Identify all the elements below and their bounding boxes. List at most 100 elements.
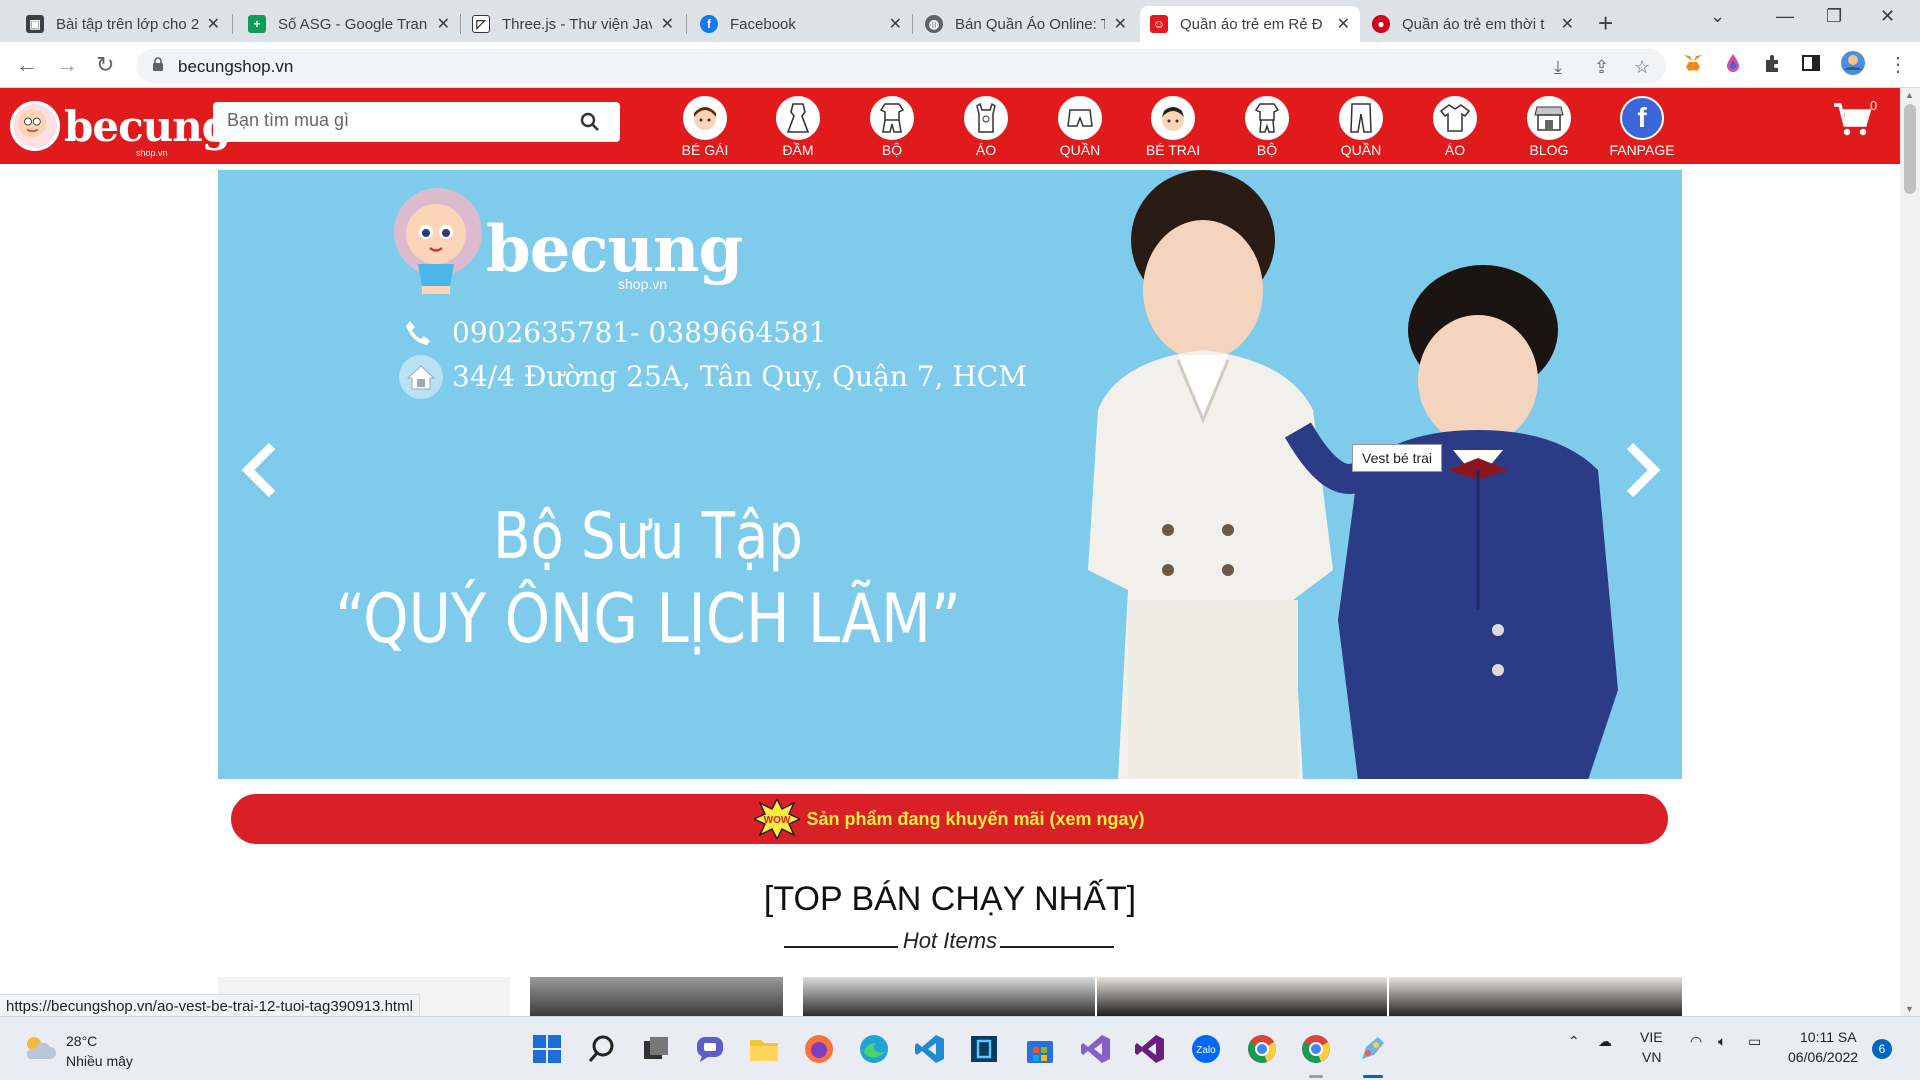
nav-fanpage[interactable]: f FANPAGE (1602, 96, 1682, 158)
tab-becung-active[interactable]: ☺ Quần áo trẻ em Rẻ Đ ✕ (1140, 6, 1360, 42)
visual-studio-2-icon[interactable] (1134, 1033, 1166, 1065)
weather-widget[interactable]: 28°C Nhiều mây (22, 1033, 133, 1069)
clock-time[interactable]: 10:11 SA (1800, 1029, 1857, 1045)
banner-subtitle: “QUÝ ÔNG LỊCH LÃM” (335, 580, 961, 659)
wifi-icon[interactable]: ◠ (1690, 1033, 1702, 1050)
nav-label: BÉ GÁI (681, 142, 729, 158)
scrollbar-thumb[interactable] (1904, 104, 1916, 194)
firefox-icon[interactable] (803, 1033, 835, 1065)
reload-button[interactable]: ↻ (96, 52, 114, 78)
tab-threejs[interactable]: ◸ Three.js - Thư viện Jav ✕ (462, 6, 684, 42)
tab-sheets[interactable]: + Số ASG - Google Trang ✕ (238, 6, 460, 42)
back-button[interactable]: ← (16, 52, 38, 78)
new-tab-button[interactable]: + (1598, 8, 1613, 39)
menu-kebab-icon[interactable]: ⋮ (1888, 52, 1908, 77)
search-icon[interactable] (580, 112, 600, 132)
close-icon[interactable]: ✕ (1561, 14, 1574, 34)
chevron-up-icon[interactable]: ⌃ (1568, 1033, 1580, 1050)
nav-quan-trai[interactable]: QUẦN (1321, 96, 1401, 158)
nav-dam[interactable]: ĐẦM (758, 96, 838, 158)
volume-icon[interactable]: 🔈︎ (1718, 1033, 1726, 1050)
search-box[interactable] (213, 102, 620, 142)
extensions-puzzle-icon[interactable] (1762, 52, 1784, 74)
battery-icon[interactable]: ▭ (1748, 1033, 1761, 1050)
close-icon[interactable]: ✕ (1114, 14, 1127, 34)
tab-title: Quần áo trẻ em Rẻ Đ (1180, 15, 1323, 33)
status-bar-url: https://becungshop.vn/ao-vest-be-trai-12… (0, 994, 420, 1018)
side-panel-icon[interactable] (1800, 52, 1822, 74)
boy-set-icon (1245, 96, 1289, 140)
divider (1000, 946, 1114, 948)
vscode-icon[interactable] (914, 1033, 946, 1065)
tab-title: Bài tập trên lớp cho 2 (56, 15, 200, 33)
tab-title: Quần áo trẻ em thời t (1402, 15, 1545, 33)
file-explorer-icon[interactable] (748, 1033, 780, 1065)
carousel-prev-icon[interactable] (240, 440, 280, 500)
product-card[interactable] (530, 977, 783, 1017)
nav-be-gai[interactable]: BÉ GÁI (665, 96, 745, 158)
share-icon[interactable]: ⇪ (1594, 57, 1609, 78)
taskbar: 28°C Nhiều mây Zalo ⌃ ☁ VIE VN ◠ 🔈︎ ▭ 10… (0, 1016, 1920, 1080)
zalo-icon[interactable]: Zalo (1190, 1033, 1222, 1065)
nav-be-trai[interactable]: BÉ TRAI (1133, 96, 1213, 158)
drop-extension-icon[interactable] (1722, 52, 1744, 74)
search-input[interactable] (227, 110, 567, 131)
azure-data-studio-icon[interactable] (968, 1033, 1000, 1065)
nav-bo-trai[interactable]: BỘ (1227, 96, 1307, 158)
language-region[interactable]: VN (1642, 1049, 1661, 1065)
page-scrollbar[interactable]: ▲ ▼ (1900, 88, 1920, 1016)
close-icon[interactable]: ✕ (207, 14, 220, 34)
minimize-button[interactable]: — (1776, 6, 1794, 27)
paint-icon[interactable] (1356, 1033, 1388, 1065)
pants-icon (1339, 96, 1383, 140)
clock-date[interactable]: 06/06/2022 (1788, 1049, 1858, 1065)
profile-avatar[interactable] (1840, 50, 1866, 76)
close-window-button[interactable]: ✕ (1880, 6, 1895, 27)
tab-facebook[interactable]: f Facebook ✕ (690, 6, 912, 42)
search-icon[interactable] (586, 1033, 618, 1065)
metamask-icon[interactable] (1682, 52, 1704, 74)
close-icon[interactable]: ✕ (661, 14, 674, 34)
address-bar[interactable]: becungshop.vn ⤓ ⇪ ☆ (136, 49, 1666, 83)
close-icon[interactable]: ✕ (437, 14, 450, 34)
nav-bo-gai[interactable]: BỘ (852, 96, 932, 158)
nav-blog[interactable]: BLOG (1509, 96, 1589, 158)
carousel-next-icon[interactable] (1622, 440, 1662, 500)
close-icon[interactable]: ✕ (889, 14, 902, 34)
task-view-icon[interactable] (640, 1033, 672, 1065)
nav-label: BỘ (881, 142, 903, 158)
onedrive-cloud-icon[interactable]: ☁ (1598, 1033, 1612, 1050)
nav-ao-trai[interactable]: ÁO (1415, 96, 1495, 158)
tab-quan-ao-thoi-trang[interactable]: ● Quần áo trẻ em thời t ✕ (1362, 6, 1584, 42)
hero-banner[interactable]: becung shop.vn 0902635781- 0389664581 34… (218, 170, 1682, 779)
tanktop-icon (964, 96, 1008, 140)
notification-badge[interactable]: 6 (1872, 1039, 1892, 1059)
nav-ao-gai[interactable]: ÁO (946, 96, 1026, 158)
forward-button[interactable]: → (56, 52, 78, 78)
cart-icon[interactable] (1832, 102, 1872, 138)
chrome-active-icon[interactable] (1300, 1033, 1332, 1065)
nav-label: BỘ (1256, 142, 1278, 158)
visual-studio-icon[interactable] (1080, 1033, 1112, 1065)
windows-start-icon[interactable] (531, 1033, 563, 1065)
banner-address: 34/4 Đường 25A, Tân Quy, Quận 7, HCM (452, 360, 1027, 393)
close-icon[interactable]: ✕ (1337, 14, 1350, 34)
maximize-button[interactable]: ❐ (1826, 6, 1842, 27)
chrome-profile-icon[interactable] (1246, 1033, 1278, 1065)
edge-icon[interactable] (858, 1033, 890, 1065)
promo-bar[interactable]: WOW Sản phẩm đang khuyến mãi (xem ngay) (231, 794, 1668, 844)
nav-quan-gai[interactable]: QUẦN (1040, 96, 1120, 158)
language-indicator[interactable]: VIE (1640, 1029, 1663, 1045)
product-card[interactable] (1389, 977, 1682, 1017)
teams-chat-icon[interactable] (694, 1033, 726, 1065)
site-logo[interactable]: becung shop.vn (10, 98, 231, 158)
tab-search-icon[interactable]: ⌄ (1710, 6, 1725, 27)
tab-classroom[interactable]: ▣ Bài tập trên lớp cho 2 ✕ (16, 6, 230, 42)
microsoft-store-icon[interactable] (1024, 1033, 1056, 1065)
tab-ban-quan-ao[interactable]: ◍ Bán Quần Áo Online: T ✕ (915, 6, 1137, 42)
install-icon[interactable]: ⤓ (1554, 57, 1562, 78)
nav-label: ĐẦM (782, 142, 814, 158)
product-card[interactable] (1097, 977, 1387, 1017)
product-card[interactable] (803, 977, 1095, 1017)
bookmark-star-icon[interactable]: ☆ (1634, 57, 1650, 78)
